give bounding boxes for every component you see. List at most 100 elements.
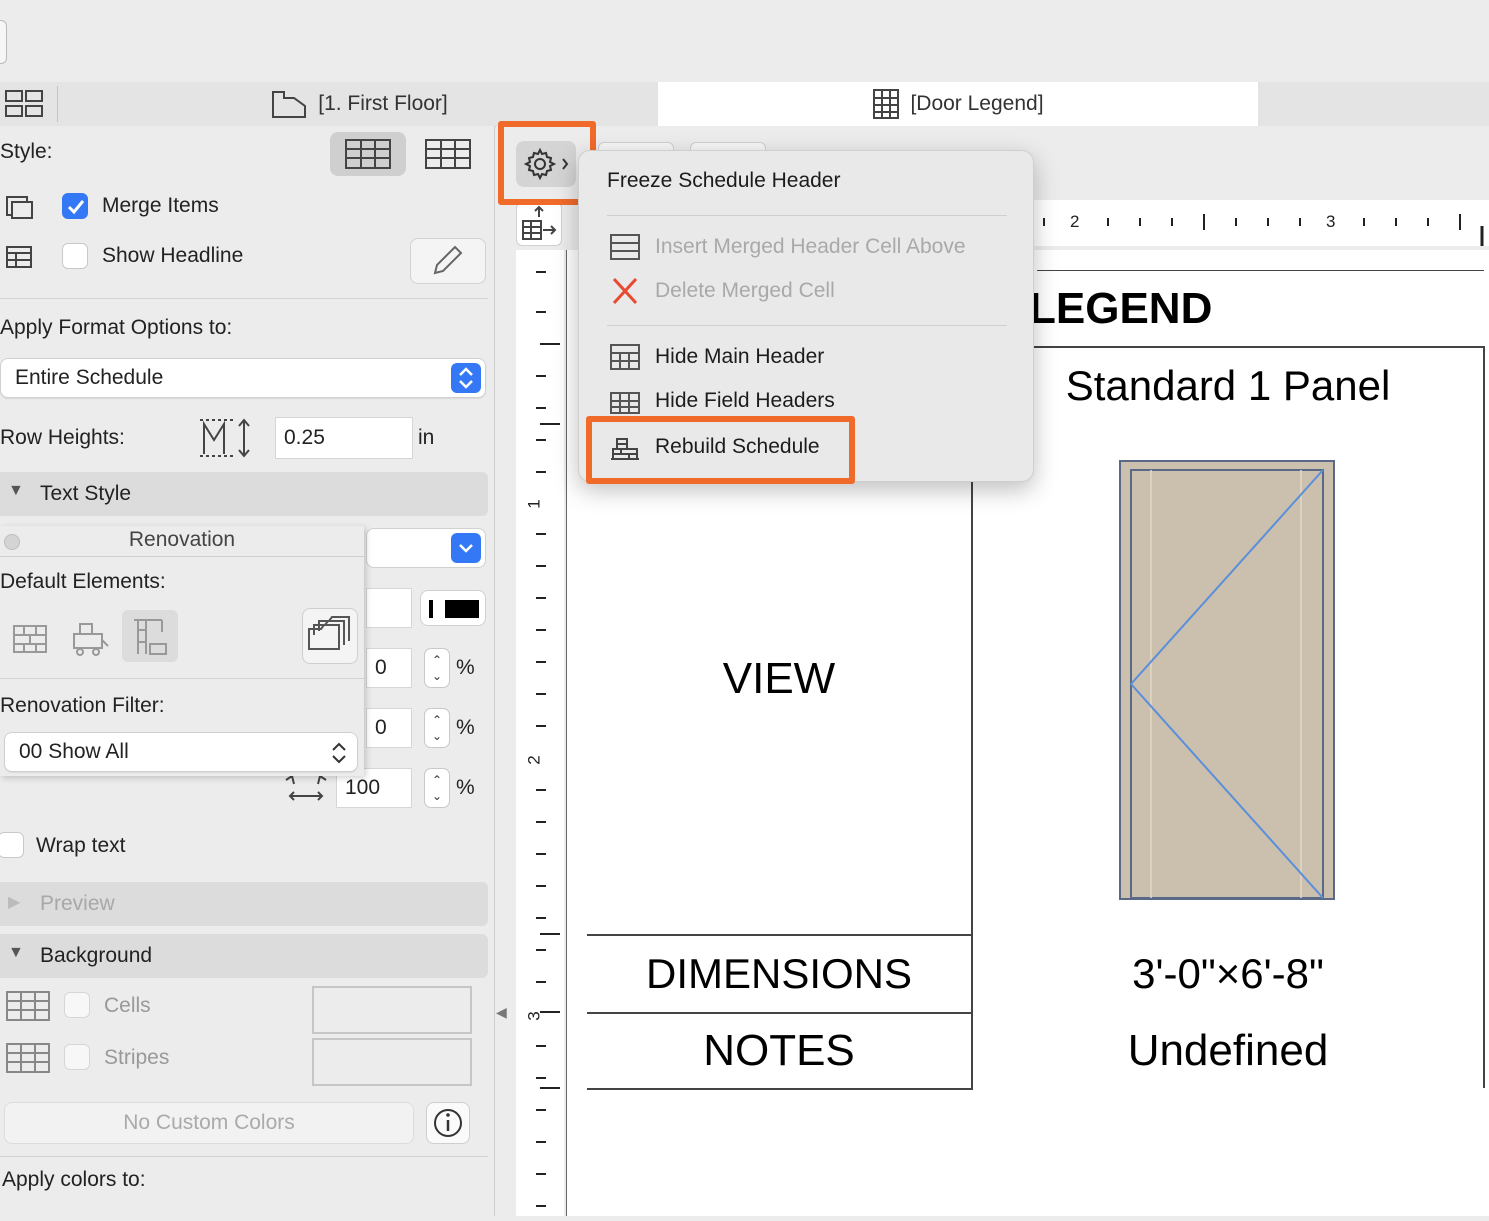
field-headers-icon bbox=[610, 392, 640, 414]
grid-view-icon[interactable] bbox=[4, 88, 46, 120]
wrap-text-label: Wrap text bbox=[36, 834, 126, 857]
main-header-icon bbox=[610, 344, 640, 370]
menu-item-hide-field-headers[interactable]: Hide Field Headers bbox=[579, 381, 1033, 421]
schedule-settings-button[interactable] bbox=[516, 141, 576, 187]
tab-door-legend-label: [Door Legend] bbox=[910, 92, 1044, 115]
menu-item-label: Delete Merged Cell bbox=[655, 279, 835, 302]
font-size-input[interactable] bbox=[366, 588, 412, 628]
demolish-elements-icon[interactable] bbox=[68, 618, 110, 658]
menu-item-hide-main-header[interactable]: Hide Main Header bbox=[579, 337, 1033, 377]
apply-format-value: Entire Schedule bbox=[15, 366, 164, 389]
percent-input-1[interactable]: 0 bbox=[366, 648, 412, 688]
row-label-dimensions: DIMENSIONS bbox=[645, 950, 913, 997]
collapse-panel-icon[interactable]: ◀ bbox=[496, 1004, 507, 1024]
menu-separator bbox=[607, 215, 1007, 216]
toolbar-button-edge[interactable] bbox=[0, 20, 7, 64]
merge-items-checkbox[interactable] bbox=[62, 193, 88, 219]
background-section[interactable]: ▼ Background bbox=[0, 934, 488, 978]
header-rule bbox=[1037, 270, 1484, 271]
edit-headline-button[interactable] bbox=[410, 238, 486, 284]
headline-icon bbox=[4, 242, 34, 272]
stripes-label: Stripes bbox=[104, 1046, 170, 1069]
menu-item-label: Freeze Schedule Header bbox=[607, 169, 841, 192]
percent-stepper-1[interactable]: ⌃ ⌄ bbox=[424, 648, 450, 688]
info-button[interactable] bbox=[426, 1102, 470, 1144]
menu-item-freeze-header[interactable]: Freeze Schedule Header bbox=[579, 161, 1033, 201]
schedule-table-icon bbox=[873, 89, 900, 119]
tab-first-floor-label: [1. First Floor] bbox=[318, 92, 448, 115]
tab-first-floor[interactable]: [1. First Floor] bbox=[60, 82, 658, 126]
percent-value-1: 0 bbox=[375, 656, 387, 679]
text-style-label: Text Style bbox=[40, 482, 132, 505]
tab-bar: [1. First Floor] [Door Legend] bbox=[0, 82, 1489, 127]
table-arrow-icon bbox=[522, 205, 557, 240]
default-elements-label: Default Elements: bbox=[0, 570, 166, 593]
style-option-striped[interactable] bbox=[418, 132, 478, 176]
select-arrows-icon bbox=[451, 363, 481, 393]
row-heights-input[interactable]: 0.25 bbox=[275, 417, 413, 459]
cells-label: Cells bbox=[104, 994, 151, 1017]
ruler-label-3: 3 bbox=[1326, 212, 1336, 231]
cells-checkbox[interactable] bbox=[64, 992, 90, 1018]
select-arrows-icon bbox=[332, 742, 346, 764]
pen-color-picker[interactable] bbox=[420, 590, 486, 626]
folders-icon[interactable] bbox=[302, 608, 358, 664]
preview-section[interactable]: ▶ Preview bbox=[0, 882, 488, 926]
menu-separator bbox=[607, 325, 1007, 326]
row-label-view: VIEW bbox=[722, 654, 836, 703]
percent-input-2[interactable]: 0 bbox=[366, 708, 412, 748]
stripes-checkbox[interactable] bbox=[64, 1044, 90, 1070]
new-elements-icon[interactable] bbox=[122, 610, 178, 662]
row-heights-label: Row Heights: bbox=[0, 426, 125, 449]
stripes-color-swatch[interactable] bbox=[312, 1038, 472, 1086]
percent-stepper-2[interactable]: ⌃ ⌄ bbox=[424, 708, 450, 748]
gear-icon bbox=[523, 147, 569, 181]
apply-colors-label: Apply colors to: bbox=[2, 1168, 146, 1191]
rebuild-schedule-highlight bbox=[586, 416, 855, 484]
apply-format-label: Apply Format Options to: bbox=[0, 316, 233, 339]
renovation-filter-label: Renovation Filter: bbox=[0, 694, 165, 717]
font-select[interactable] bbox=[366, 528, 486, 568]
menu-item-label: Hide Field Headers bbox=[655, 389, 835, 412]
show-headline-checkbox[interactable] bbox=[62, 243, 88, 269]
close-icon bbox=[612, 277, 638, 305]
window-toolbar bbox=[0, 0, 1489, 82]
table-right-border bbox=[1483, 346, 1485, 1088]
percent-value-3: 100 bbox=[345, 776, 381, 799]
pencil-icon bbox=[433, 245, 463, 275]
disclosure-down-icon: ▼ bbox=[8, 944, 24, 961]
divider bbox=[0, 298, 488, 299]
text-style-section[interactable]: ▼ Text Style bbox=[0, 472, 488, 516]
row-heights-value: 0.25 bbox=[284, 426, 325, 449]
renovation-filter-value: 00 Show All bbox=[19, 740, 129, 763]
tab-door-legend[interactable]: [Door Legend] bbox=[658, 82, 1258, 126]
ruler-label-2: 2 bbox=[1070, 212, 1080, 231]
row-height-icon bbox=[198, 416, 258, 460]
row-heights-unit: in bbox=[418, 426, 435, 449]
renovation-popup-titlebar: Renovation bbox=[0, 526, 364, 557]
percent-stepper-3[interactable]: ⌃ ⌄ bbox=[424, 768, 450, 808]
no-custom-colors-button[interactable]: No Custom Colors bbox=[4, 1102, 414, 1144]
door-elevation-drawing bbox=[1119, 460, 1335, 900]
stripes-grid-icon bbox=[6, 1042, 50, 1074]
panel-title: Standard 1 Panel bbox=[1065, 362, 1391, 409]
cells-color-swatch[interactable] bbox=[312, 986, 472, 1034]
style-option-selected[interactable] bbox=[330, 132, 406, 176]
apply-format-select[interactable]: Entire Schedule bbox=[0, 358, 486, 398]
horizontal-ruler: 2 3 bbox=[1034, 200, 1489, 246]
percent-unit-2: % bbox=[456, 716, 475, 739]
existing-elements-icon[interactable] bbox=[10, 618, 50, 658]
menu-item-delete-merged-cell[interactable]: Delete Merged Cell bbox=[579, 271, 1033, 311]
wrap-text-checkbox[interactable] bbox=[0, 832, 24, 858]
background-label: Background bbox=[40, 944, 153, 967]
renovation-popup-title: Renovation bbox=[128, 528, 236, 551]
dimensions-value: 3'-0"×6'-8" bbox=[1132, 950, 1324, 997]
menu-item-insert-merged-header[interactable]: Insert Merged Header Cell Above bbox=[579, 227, 1033, 267]
ruler-label-1: 1 bbox=[524, 499, 544, 509]
percent-unit-3: % bbox=[456, 776, 475, 799]
renovation-filter-select[interactable]: 00 Show All bbox=[4, 732, 358, 772]
percent-unit-1: % bbox=[456, 656, 475, 679]
fit-columns-button[interactable] bbox=[516, 202, 562, 246]
show-headline-label: Show Headline bbox=[102, 244, 244, 267]
divider bbox=[0, 1156, 488, 1157]
